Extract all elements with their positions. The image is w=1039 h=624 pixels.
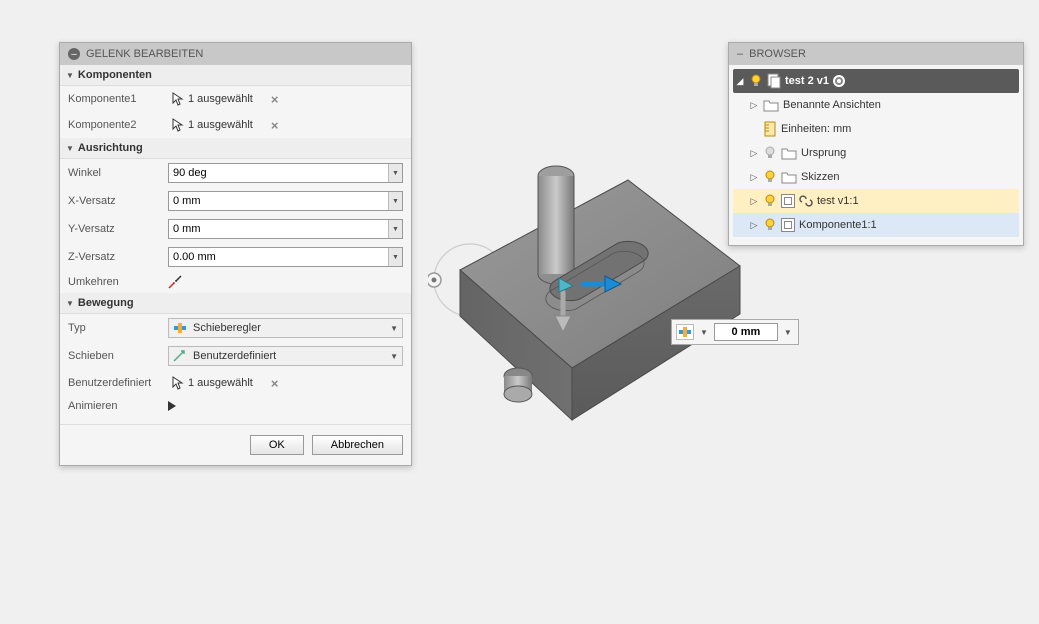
component-icon [781,218,795,232]
folder-icon [781,146,797,160]
folder-icon [763,98,779,112]
chevron-down-icon[interactable]: ▼ [386,352,398,361]
flip-icon[interactable] [168,275,182,289]
angle-spinner[interactable]: ▼ [388,164,402,182]
bulb-icon[interactable] [749,74,763,88]
floating-dimension-input[interactable]: ▼ ▼ [671,319,799,345]
tree-item-komponente1[interactable]: ▷ Komponente1:1 [733,213,1019,237]
chevron-down-icon[interactable]: ▼ [386,324,398,333]
tree-item-sketches[interactable]: ▷ Skizzen [733,165,1019,189]
angle-label: Winkel [68,167,168,179]
ok-button[interactable]: OK [250,435,304,455]
edit-joint-dialog: – GELENK BEARBEITEN Komponenten Komponen… [59,42,412,466]
slide-label: Schieben [68,350,168,362]
bulb-icon[interactable] [763,170,777,184]
custom-axis-icon [173,350,187,362]
tree-item-views[interactable]: ▷ Benannte Ansichten [733,93,1019,117]
tree-item-origin[interactable]: ▷ Ursprung [733,141,1019,165]
play-icon[interactable] [168,401,176,411]
tree-toggle[interactable]: ▷ [749,172,759,183]
tree-item-test-v1[interactable]: ▷ test v1:1 [733,189,1019,213]
cursor-icon [172,118,184,132]
custom-clear[interactable]: × [271,376,279,391]
component-icon [781,194,795,208]
folder-icon [781,170,797,184]
cursor-icon [172,92,184,106]
tree-toggle[interactable]: ▷ [749,196,759,207]
type-dropdown[interactable]: Schieberegler ▼ [168,318,403,338]
y-offset-label: Y-Versatz [68,223,168,235]
dimension-value-input[interactable] [714,323,778,341]
slider-icon [173,322,187,334]
tree-toggle[interactable]: ▷ [749,220,759,231]
cancel-button[interactable]: Abbrechen [312,435,403,455]
dimension-dropdown-arrow[interactable]: ▼ [782,328,794,337]
x-offset-input[interactable]: ▼ [168,191,403,211]
bulb-icon[interactable] [763,218,777,232]
dialog-collapse-button[interactable]: – [68,48,80,60]
slider-type-icon[interactable] [676,324,694,340]
component1-selection[interactable]: 1 ausgewählt [168,90,257,108]
browser-tree: ◢ test 2 v1 ▷ Benannte Ansichten Einheit… [729,65,1023,245]
browser-titlebar[interactable]: – BROWSER [729,43,1023,65]
angle-input[interactable]: ▼ [168,163,403,183]
link-icon [799,194,813,208]
tree-toggle[interactable]: ▷ [749,100,759,111]
bulb-off-icon[interactable] [763,146,777,160]
bulb-icon[interactable] [763,194,777,208]
browser-title-text: BROWSER [749,48,806,60]
component1-clear[interactable]: × [271,92,279,107]
dialog-title-text: GELENK BEARBEITEN [86,48,203,60]
slide-dropdown[interactable]: Benutzerdefiniert ▼ [168,346,403,366]
component2-selection[interactable]: 1 ausgewählt [168,116,257,134]
tree-root[interactable]: ◢ test 2 v1 [733,69,1019,93]
component2-clear[interactable]: × [271,118,279,133]
dialog-titlebar[interactable]: – GELENK BEARBEITEN [60,43,411,65]
section-components[interactable]: Komponenten [60,65,411,86]
type-label: Typ [68,322,168,334]
cursor-icon [172,376,184,390]
flip-label: Umkehren [68,276,168,288]
tree-item-units[interactable]: Einheiten: mm [733,117,1019,141]
component2-row: Komponente2 1 ausgewählt × [60,112,411,138]
section-alignment[interactable]: Ausrichtung [60,138,411,159]
custom-selection[interactable]: 1 ausgewählt [168,374,257,392]
ruler-icon [763,121,777,137]
animate-label: Animieren [68,400,168,412]
browser-collapse-button[interactable]: – [737,48,743,60]
component-icon [767,73,781,89]
tree-toggle[interactable]: ◢ [735,76,745,87]
type-dropdown-arrow[interactable]: ▼ [698,328,710,337]
browser-panel: – BROWSER ◢ test 2 v1 ▷ Benannte Ansicht… [728,42,1024,246]
y-offset-input[interactable]: ▼ [168,219,403,239]
z-offset-label: Z-Versatz [68,251,168,263]
custom-label: Benutzerdefiniert [68,377,168,389]
component1-row: Komponente1 1 ausgewählt × [60,86,411,112]
z-offset-input[interactable]: ▼ [168,247,403,267]
tree-toggle[interactable]: ▷ [749,148,759,159]
activate-radio-icon[interactable] [833,75,845,87]
x-offset-label: X-Versatz [68,195,168,207]
section-motion[interactable]: Bewegung [60,293,411,314]
